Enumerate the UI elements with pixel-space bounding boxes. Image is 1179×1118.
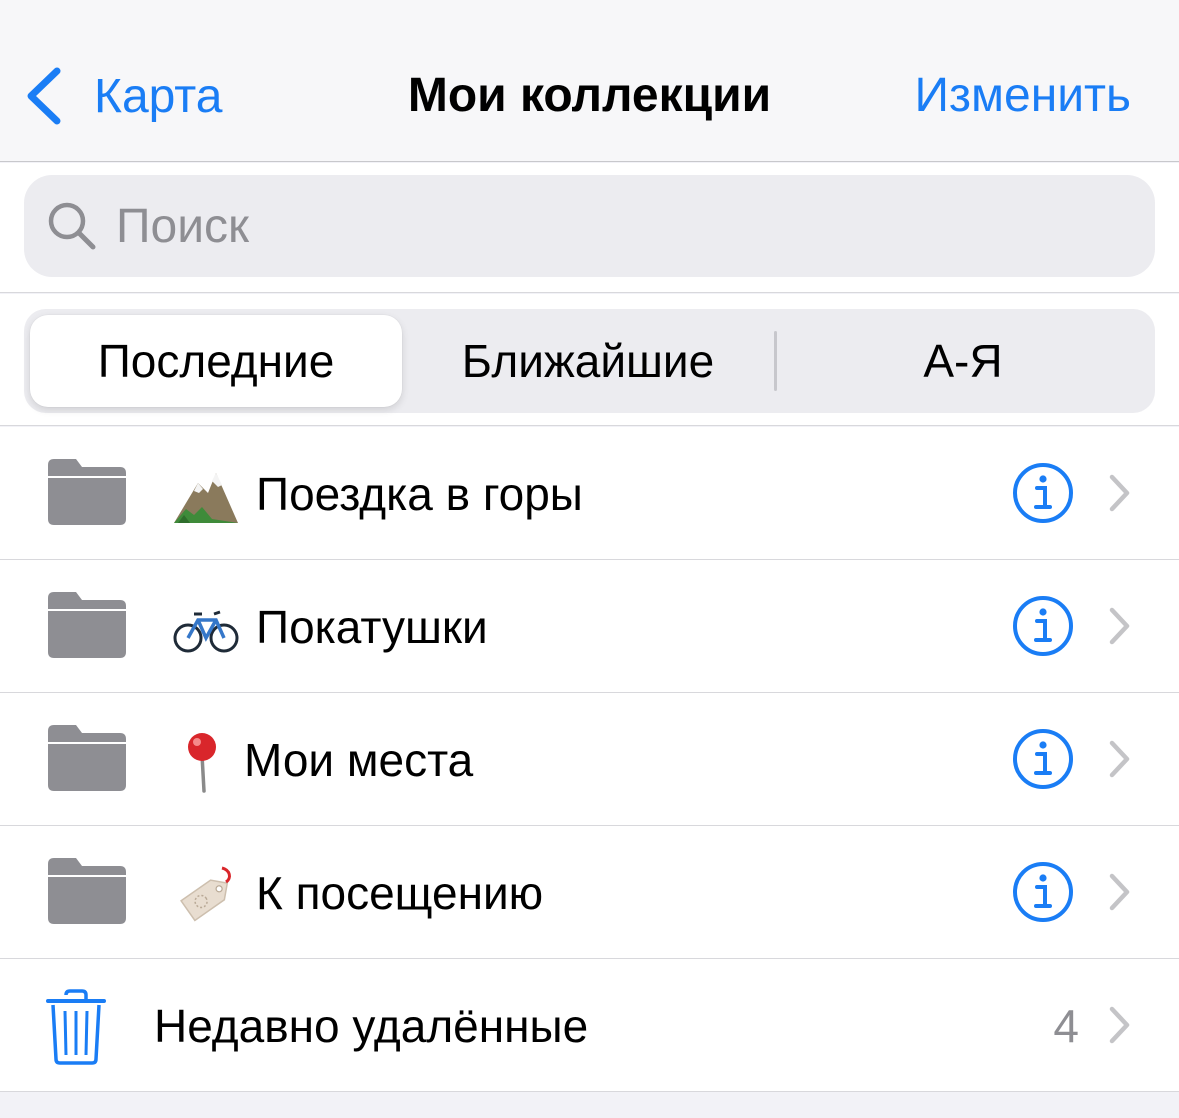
mountain-emoji-icon <box>174 473 238 523</box>
list-item[interactable]: Поездка в горы <box>0 427 1179 560</box>
recently-deleted-count: 4 <box>1053 1000 1079 1052</box>
chevron-right-icon <box>1109 607 1130 645</box>
list-item[interactable]: Покатушки <box>0 560 1179 693</box>
recently-deleted-row[interactable]: Недавно удалённые 4 <box>0 959 1179 1092</box>
recently-deleted-label: Недавно удалённые <box>154 1000 589 1052</box>
info-icon[interactable] <box>1011 461 1075 525</box>
search-icon <box>48 202 96 250</box>
list-item[interactable]: К посещению <box>0 826 1179 959</box>
navigation-bar: Карта Мои коллекции Изменить <box>0 0 1179 162</box>
collection-name: К посещению <box>256 867 544 919</box>
search-input[interactable] <box>116 198 1016 254</box>
folder-icon <box>48 858 126 924</box>
chevron-right-icon <box>1109 740 1130 778</box>
folder-icon <box>48 459 126 525</box>
back-button[interactable]: Карта <box>24 62 222 130</box>
list-item[interactable]: Мои места <box>0 693 1179 826</box>
chevron-right-icon <box>1109 474 1130 512</box>
sort-control-area: Последние Ближайшие А-Я <box>0 294 1179 426</box>
info-icon[interactable] <box>1011 594 1075 658</box>
sort-segmented-control: Последние Ближайшие А-Я <box>24 309 1155 413</box>
sort-option-alphabetical[interactable]: А-Я <box>777 315 1149 407</box>
edit-button[interactable]: Изменить <box>914 68 1131 123</box>
folder-icon <box>48 592 126 658</box>
trash-icon <box>46 989 106 1065</box>
label-tag-emoji-icon <box>180 866 231 922</box>
collections-list: Поездка в горы Покатушки Мои места К пос… <box>0 427 1179 1092</box>
folder-icon <box>48 725 126 791</box>
back-button-label: Карта <box>94 69 223 123</box>
sort-option-recent[interactable]: Последние <box>30 315 402 407</box>
chevron-right-icon <box>1109 873 1130 911</box>
collection-name: Поездка в горы <box>256 468 583 520</box>
round-pushpin-emoji-icon <box>188 733 216 793</box>
sort-option-nearby[interactable]: Ближайшие <box>402 315 774 407</box>
info-icon[interactable] <box>1011 727 1075 791</box>
chevron-right-icon <box>1109 1006 1130 1044</box>
search-area <box>0 163 1179 293</box>
bicycle-emoji-icon <box>173 610 239 653</box>
collection-name: Мои места <box>244 734 474 786</box>
chevron-left-icon <box>27 67 61 125</box>
search-field[interactable] <box>24 175 1155 277</box>
collection-name: Покатушки <box>256 601 488 653</box>
info-icon[interactable] <box>1011 860 1075 924</box>
